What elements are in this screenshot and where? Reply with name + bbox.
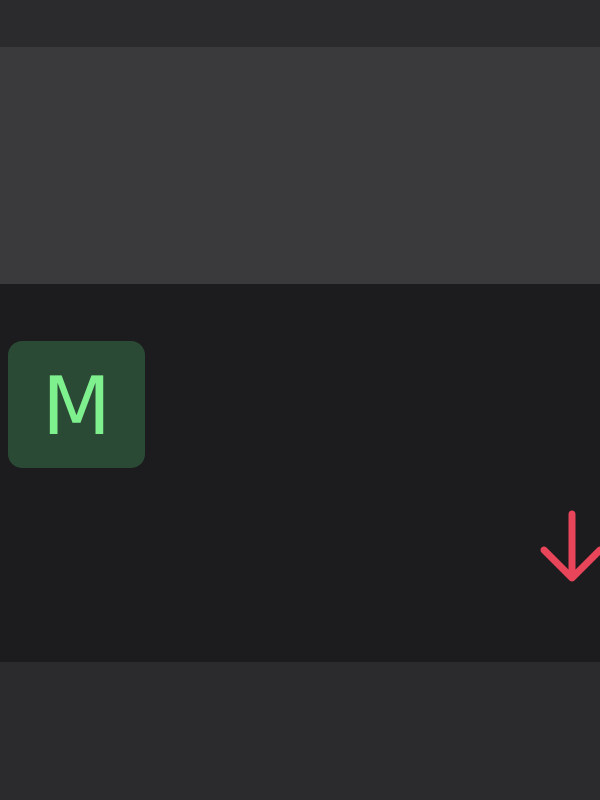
bottom-band xyxy=(0,662,600,800)
arrow-down-icon xyxy=(540,510,600,582)
avatar: M xyxy=(8,341,145,468)
top-bar xyxy=(0,0,600,47)
avatar-initial: M xyxy=(41,359,112,453)
list-row[interactable]: M xyxy=(0,284,600,662)
header-band xyxy=(0,47,600,284)
